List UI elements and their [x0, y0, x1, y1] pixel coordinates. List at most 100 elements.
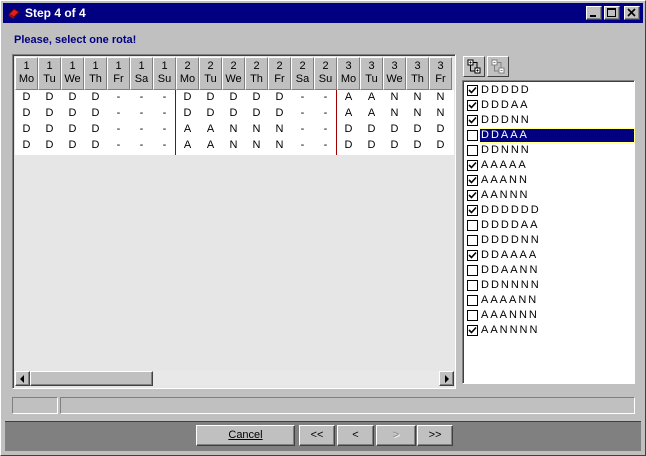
header-week: 1 — [115, 60, 122, 72]
header-day: Sa — [295, 73, 310, 85]
grid-cell: - — [116, 107, 121, 119]
window-title: Step 4 of 4 — [25, 6, 86, 20]
horizontal-scrollbar[interactable] — [15, 371, 454, 386]
grid-header-cell: 1 We — [61, 57, 84, 90]
rota-list-item[interactable]: AANNNN — [465, 323, 634, 338]
rota-list-item[interactable]: DDNNNN — [465, 278, 634, 293]
rota-label: DDAANN — [481, 264, 540, 276]
rota-checkbox[interactable] — [467, 265, 478, 276]
grid-cell: D — [367, 123, 376, 135]
checkmark-icon — [468, 176, 477, 184]
header-day: Tu — [365, 73, 378, 85]
collapse-all-button[interactable] — [487, 56, 509, 77]
rota-list-item[interactable]: DDAANN — [465, 263, 634, 278]
grid-cell: D — [275, 107, 284, 119]
scroll-right-button[interactable] — [439, 371, 454, 386]
header-day: We — [225, 73, 242, 85]
header-week: 1 — [161, 60, 168, 72]
week-separator — [175, 90, 176, 155]
status-panel-left — [12, 397, 58, 414]
grid-cell: - — [139, 107, 144, 119]
rota-list-item[interactable]: DDDDNN — [465, 233, 634, 248]
app-logo-icon — [8, 8, 20, 19]
rota-checkbox[interactable] — [467, 130, 478, 141]
rota-label: DDDNN — [481, 114, 531, 126]
last-step-button[interactable]: >> — [417, 425, 453, 446]
grid-header-cell: 3 We — [383, 57, 406, 90]
rota-checkbox[interactable] — [467, 115, 478, 126]
grid-cell: - — [162, 107, 167, 119]
rota-list-item[interactable]: AAANN — [465, 173, 634, 188]
header-week: 3 — [368, 60, 375, 72]
maximize-button[interactable] — [604, 6, 620, 20]
rota-list-item[interactable]: DDAAA — [465, 128, 635, 143]
rota-checkbox[interactable] — [467, 175, 478, 186]
grid-cell: - — [162, 91, 167, 103]
scroll-left-button[interactable] — [15, 371, 30, 386]
first-step-button[interactable]: << — [299, 425, 335, 446]
rota-list-item[interactable]: DDDDD — [465, 83, 634, 98]
next-button[interactable]: > — [376, 425, 416, 446]
rota-list-item[interactable]: DDAAAA — [465, 248, 634, 263]
expand-all-button[interactable] — [463, 56, 485, 77]
rota-list-item[interactable]: DDNNN — [465, 143, 634, 158]
rota-list[interactable]: DDDDD DDDAA DDDNN DDAAA DDNNN AAAAA AAANN AANNN… — [462, 80, 635, 384]
rota-label: DDNNN — [481, 144, 531, 156]
checkmark-icon — [468, 86, 477, 94]
rota-checkbox[interactable] — [467, 190, 478, 201]
grid-cell: - — [300, 107, 305, 119]
grid-cell: D — [91, 107, 100, 119]
rota-checkbox[interactable] — [467, 145, 478, 156]
rota-label: DDDDAA — [481, 219, 540, 231]
last-step-label: >> — [428, 429, 442, 441]
rota-checkbox[interactable] — [467, 220, 478, 231]
rota-list-item[interactable]: DDDNN — [465, 113, 634, 128]
grid-cell: D — [68, 139, 77, 151]
header-week: 3 — [414, 60, 421, 72]
checkmark-icon — [468, 206, 477, 214]
rota-label: AAANNN — [481, 309, 539, 321]
title-bar: Step 4 of 4 — [3, 3, 643, 23]
rota-list-item[interactable]: AANNN — [465, 188, 634, 203]
rota-checkbox[interactable] — [467, 295, 478, 306]
close-icon — [627, 8, 636, 17]
rota-label: AANNNN — [481, 324, 540, 336]
grid-cell: N — [413, 107, 422, 119]
rota-checkbox[interactable] — [467, 250, 478, 261]
rota-checkbox[interactable] — [467, 100, 478, 111]
rota-checkbox[interactable] — [467, 280, 478, 291]
rota-checkbox[interactable] — [467, 235, 478, 246]
grid-cell: N — [275, 123, 284, 135]
grid-header-row: 1 Mo 1 Tu 1 We 1 Th 1 Fr 1 Sa 1 Su 2 Mo 2 Tu 2 We 2 Th 2 Fr 2 Sa 2… — [15, 57, 454, 90]
grid-cell: - — [116, 91, 121, 103]
rota-list-item[interactable]: AAAAA — [465, 158, 634, 173]
rota-label: AAAANN — [481, 294, 539, 306]
close-button[interactable] — [624, 6, 640, 20]
rota-checkbox[interactable] — [467, 205, 478, 216]
rota-list-item[interactable]: DDDAA — [465, 98, 634, 113]
rota-checkbox[interactable] — [467, 325, 478, 336]
grid-cell: N — [436, 107, 445, 119]
rota-list-item[interactable]: DDDDAA — [465, 218, 634, 233]
checkmark-icon — [468, 326, 477, 334]
rota-list-item[interactable]: AAAANN — [465, 293, 634, 308]
scroll-track[interactable] — [30, 371, 439, 386]
grid-row: DDDD---DDDDD--AANNN — [15, 90, 454, 106]
grid-cell: N — [390, 107, 399, 119]
rota-checkbox[interactable] — [467, 85, 478, 96]
scroll-thumb[interactable] — [30, 371, 153, 386]
rota-checkbox[interactable] — [467, 160, 478, 171]
header-day: Su — [157, 73, 172, 85]
cancel-button[interactable]: Cancel — [196, 425, 295, 446]
arrow-left-icon — [20, 375, 24, 383]
rota-list-item[interactable]: AAANNN — [465, 308, 634, 323]
rota-preview-grid[interactable]: 1 Mo 1 Tu 1 We 1 Th 1 Fr 1 Sa 1 Su 2 Mo 2 Tu 2 We 2 Th 2 Fr 2 Sa 2… — [12, 54, 456, 389]
grid-cell: D — [206, 91, 215, 103]
previous-button[interactable]: < — [337, 425, 374, 446]
minimize-button[interactable] — [586, 6, 602, 20]
header-day: Mo — [340, 73, 357, 85]
grid-header-cell: 3 Fr — [429, 57, 452, 90]
header-week: 3 — [345, 60, 352, 72]
rota-checkbox[interactable] — [467, 310, 478, 321]
rota-list-item[interactable]: DDDDDD — [465, 203, 634, 218]
